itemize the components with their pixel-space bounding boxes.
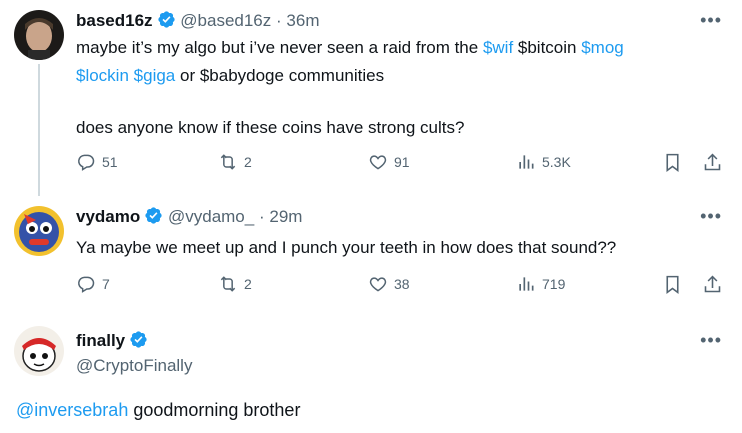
repost-button[interactable]: 2 [218,152,252,172]
cashtag-giga[interactable]: $giga [134,66,176,85]
avatar-finally[interactable] [14,326,64,376]
views-icon [519,277,534,291]
more-options-icon[interactable]: ••• [700,330,722,351]
repost-icon [220,154,236,170]
reply-icon [78,154,95,171]
tweet-actions: 51 2 91 5.3K [76,152,726,176]
tweet-header: finally [76,330,148,355]
bookmark-icon [666,275,679,294]
share-icon [704,153,721,171]
share-button[interactable] [702,152,723,178]
views-count: 5.3K [542,154,571,170]
share-icon [704,275,721,293]
reply-button[interactable]: 7 [76,274,110,294]
more-options-icon[interactable]: ••• [700,206,722,227]
views-button[interactable]: 5.3K [516,152,571,172]
reply-icon [78,276,95,293]
repost-count: 2 [244,154,252,170]
thread-line [38,64,40,196]
display-name[interactable]: finally [76,331,125,350]
separator-dot: · [258,207,265,226]
timestamp[interactable]: 36m [286,11,319,30]
tweet-header: vydamo @vydamo_ · 29m [76,206,302,231]
text-segment: $bitcoin [513,38,582,57]
like-button[interactable]: 91 [368,152,410,172]
tweet-text-line-2: $lockin $giga or $babydoge communities [76,62,716,90]
separator-dot: · [276,11,282,30]
tweet-text-line-3: does anyone know if these coins have str… [76,118,465,137]
tweet-header: based16z @based16z · 36m [76,10,320,35]
views-count: 719 [542,276,566,292]
handle[interactable]: @based16z [180,11,271,30]
tweet-finally[interactable]: finally @CryptoFinally ••• @inversebrah … [0,318,742,433]
share-button[interactable] [702,274,723,300]
avatar-vydamo[interactable] [14,206,64,256]
views-icon [519,155,534,169]
bookmark-button[interactable] [662,152,683,178]
tweet-actions: 7 2 38 719 [76,274,726,298]
more-options-icon[interactable]: ••• [700,10,722,31]
text-segment: maybe it’s my algo but i’ve never seen a… [76,38,483,57]
tweet-text: @inversebrah goodmorning brother [16,396,656,424]
reply-count: 51 [102,154,118,170]
views-button[interactable]: 719 [516,274,565,294]
repost-icon [220,276,236,292]
tweet-text-line-1: maybe it’s my algo but i’ve never seen a… [76,34,716,62]
tweet-text: Ya maybe we meet up and I punch your tee… [76,238,617,257]
like-button[interactable]: 38 [368,274,410,294]
mention-inversebrah[interactable]: @inversebrah [16,400,128,420]
like-icon [369,155,387,170]
like-icon [369,277,387,292]
cashtag-wif[interactable]: $wif [483,38,513,57]
display-name[interactable]: vydamo [76,207,140,226]
cashtag-mog[interactable]: $mog [581,38,624,57]
avatar-based16z[interactable] [14,10,64,60]
verified-badge-icon [129,330,148,355]
like-count: 38 [394,276,410,292]
handle[interactable]: @vydamo_ [168,207,254,226]
bookmark-button[interactable] [662,274,683,300]
handle[interactable]: @CryptoFinally [76,356,192,375]
repost-button[interactable]: 2 [218,274,252,294]
repost-count: 2 [244,276,252,292]
bookmark-icon [666,153,679,172]
handle-line: @CryptoFinally [76,355,192,377]
verified-badge-icon [157,10,176,35]
display-name[interactable]: based16z [76,11,153,30]
tweet-based16z[interactable]: based16z @based16z · 36m ••• maybe it’s … [0,0,742,196]
tweet-text: maybe it’s my algo but i’ve never seen a… [76,34,716,90]
timestamp[interactable]: 29m [269,207,302,226]
reply-count: 7 [102,276,110,292]
tweet-vydamo[interactable]: vydamo @vydamo_ · 29m ••• Ya maybe we me… [0,196,742,311]
text-segment: goodmorning brother [128,400,301,420]
text-segment: or $babydoge communities [175,66,385,85]
like-count: 91 [394,154,410,170]
cashtag-lockin[interactable]: $lockin [76,66,129,85]
reply-button[interactable]: 51 [76,152,118,172]
verified-badge-icon [144,206,163,231]
